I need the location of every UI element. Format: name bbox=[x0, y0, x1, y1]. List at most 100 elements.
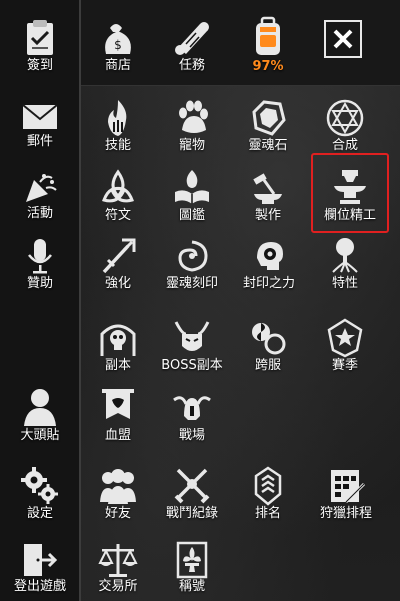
events-button[interactable]: 活動 bbox=[8, 168, 72, 222]
dungeon-button[interactable]: 副本 bbox=[88, 318, 148, 374]
triquetra-icon bbox=[102, 169, 134, 203]
skills-button[interactable]: 技能 bbox=[88, 98, 148, 154]
battlefield-label: 戰場 bbox=[178, 428, 205, 443]
battlefield-button[interactable]: 戰場 bbox=[162, 386, 222, 444]
clipboard-icon bbox=[27, 20, 53, 55]
ranking-label: 排名 bbox=[254, 506, 281, 521]
logout-label: 登出遊戲 bbox=[13, 579, 66, 594]
hunt-schedule-label: 狩獵排程 bbox=[319, 506, 372, 521]
synthesis-button[interactable]: 合成 bbox=[315, 98, 375, 154]
soul-stone-label: 靈魂石 bbox=[248, 138, 288, 153]
exchange-button[interactable]: 交易所 bbox=[88, 541, 148, 595]
mail-button[interactable]: 郵件 bbox=[8, 98, 72, 150]
avatar-label: 大頭貼 bbox=[20, 428, 60, 443]
checkin-label: 簽到 bbox=[26, 58, 53, 73]
money-bag-icon: $ bbox=[105, 24, 131, 54]
codex-button[interactable]: 圖鑑 bbox=[162, 168, 222, 224]
events-label: 活動 bbox=[26, 206, 53, 221]
titles-label: 稱號 bbox=[178, 579, 205, 594]
hunt-schedule-button[interactable]: 狩獵排程 bbox=[308, 466, 384, 522]
mail-label: 郵件 bbox=[26, 134, 53, 149]
skull-gate-icon bbox=[100, 324, 136, 356]
close-icon bbox=[333, 29, 353, 49]
paw-icon bbox=[179, 100, 208, 133]
calendar-sword-icon bbox=[331, 470, 366, 504]
head-gear-icon bbox=[257, 242, 283, 270]
dungeon-label: 副本 bbox=[104, 358, 131, 373]
sponsor-button[interactable]: 贊助 bbox=[8, 236, 72, 292]
cross-server-label: 跨服 bbox=[254, 358, 281, 373]
open-book-flame-icon bbox=[175, 170, 209, 204]
battle-log-button[interactable]: 戰鬥紀錄 bbox=[156, 466, 228, 522]
horned-demon-icon bbox=[174, 321, 210, 351]
crafting-button[interactable]: 製作 bbox=[238, 168, 298, 224]
exchange-label: 交易所 bbox=[98, 579, 138, 594]
tasks-button[interactable]: 任務 bbox=[162, 18, 222, 74]
titles-button[interactable]: 稱號 bbox=[162, 541, 222, 595]
seal-power-button[interactable]: 封印之力 bbox=[234, 236, 304, 292]
flame-hand-icon bbox=[108, 100, 127, 136]
boss-dungeon-button[interactable]: BOSS副本 bbox=[152, 318, 232, 374]
skills-label: 技能 bbox=[104, 138, 131, 153]
backpack-icon bbox=[256, 16, 280, 55]
seal-power-label: 封印之力 bbox=[242, 276, 295, 291]
pets-label: 寵物 bbox=[178, 138, 205, 153]
shop-label: 商店 bbox=[104, 58, 131, 73]
envelope-icon bbox=[22, 104, 58, 129]
season-button[interactable]: 賽季 bbox=[315, 318, 375, 374]
highlight-box bbox=[311, 153, 389, 233]
cross-server-button[interactable]: 跨服 bbox=[238, 318, 298, 374]
backpack-button[interactable]: 97% bbox=[238, 15, 298, 75]
enhance-label: 強化 bbox=[104, 276, 131, 291]
svg-text:$: $ bbox=[114, 38, 122, 52]
fleur-de-lis-plaque-icon bbox=[176, 541, 208, 579]
synthesis-label: 合成 bbox=[331, 138, 358, 153]
trident-icon bbox=[102, 238, 136, 274]
people-group-icon bbox=[100, 469, 136, 504]
checkin-button[interactable]: 簽到 bbox=[8, 18, 72, 74]
logout-button[interactable]: 登出遊戲 bbox=[4, 541, 76, 595]
star-badge-icon bbox=[327, 318, 363, 358]
close-button[interactable] bbox=[324, 20, 362, 58]
crystal-stone-icon bbox=[252, 100, 286, 136]
settings-button[interactable]: 設定 bbox=[8, 466, 72, 522]
runes-label: 符文 bbox=[104, 208, 131, 223]
blood-alliance-label: 血盟 bbox=[104, 428, 131, 443]
friends-label: 好友 bbox=[104, 506, 131, 521]
ranking-button[interactable]: 排名 bbox=[238, 466, 298, 522]
winged-helmet-icon bbox=[173, 396, 211, 420]
boss-dungeon-label: BOSS副本 bbox=[161, 358, 223, 373]
runes-button[interactable]: 符文 bbox=[88, 168, 148, 224]
ranking-emblem-icon bbox=[254, 466, 282, 506]
hexagram-circle-icon bbox=[326, 99, 364, 137]
season-label: 賽季 bbox=[331, 358, 358, 373]
soul-stone-button[interactable]: 靈魂石 bbox=[236, 98, 300, 154]
banner-flag-icon bbox=[102, 389, 134, 419]
settings-label: 設定 bbox=[26, 506, 53, 521]
tasks-label: 任務 bbox=[178, 58, 205, 73]
enhance-button[interactable]: 強化 bbox=[88, 236, 148, 292]
soul-engrave-label: 靈魂刻印 bbox=[165, 276, 218, 291]
codex-label: 圖鑑 bbox=[178, 208, 205, 223]
tree-roots-icon bbox=[332, 238, 358, 273]
microphone-icon bbox=[28, 239, 52, 274]
exit-door-icon bbox=[24, 544, 58, 576]
soul-engrave-button[interactable]: 靈魂刻印 bbox=[160, 236, 224, 292]
anvil-hammer-icon bbox=[253, 173, 282, 204]
battle-log-label: 戰鬥紀錄 bbox=[165, 506, 218, 521]
sponsor-label: 贊助 bbox=[26, 276, 53, 291]
capacity-percent: 97% bbox=[252, 59, 284, 74]
friends-button[interactable]: 好友 bbox=[88, 466, 148, 522]
shop-button[interactable]: $ 商店 bbox=[88, 18, 148, 74]
blood-alliance-button[interactable]: 血盟 bbox=[88, 386, 148, 444]
avatar-button[interactable]: 大頭貼 bbox=[8, 386, 72, 444]
scroll-icon bbox=[175, 22, 209, 55]
traits-label: 特性 bbox=[331, 276, 358, 291]
scales-icon bbox=[98, 544, 138, 577]
traits-button[interactable]: 特性 bbox=[315, 236, 375, 292]
swirl-vortex-icon bbox=[178, 240, 208, 272]
gears-icon bbox=[21, 467, 58, 504]
pets-button[interactable]: 寵物 bbox=[162, 98, 222, 154]
crafting-label: 製作 bbox=[254, 208, 281, 223]
crossed-swords-icon bbox=[174, 468, 210, 504]
